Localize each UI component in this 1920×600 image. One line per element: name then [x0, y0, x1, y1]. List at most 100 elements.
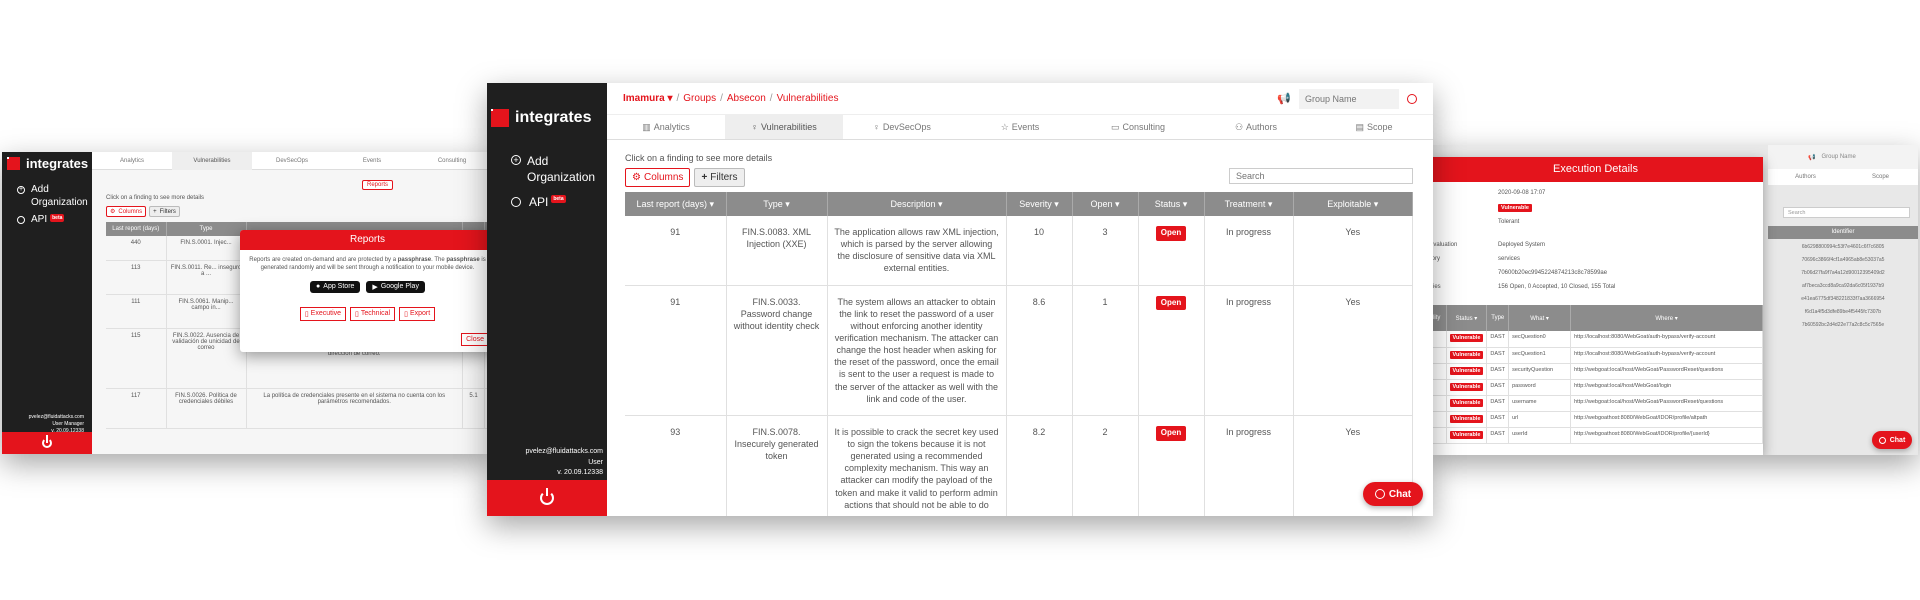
tab-label: Analytics [119, 158, 144, 164]
search-icon[interactable] [1407, 93, 1417, 104]
api-label: API [31, 214, 48, 225]
reports-button[interactable]: Reports [362, 180, 394, 190]
col-last-report[interactable]: Last report (days) [106, 222, 167, 236]
findings-table: Last report (days) ▾ Type ▾ Description … [625, 192, 1413, 516]
col-last-report[interactable]: Last report (days) ▾ [625, 192, 727, 216]
app-store-button[interactable]: ● App Store [310, 280, 361, 293]
table-row[interactable]: Vulnerable DAST userId http://webgoathost:8… [1428, 427, 1763, 444]
value-date: 2020-09-08 17:07 [1498, 190, 1546, 196]
logo-mark-icon [491, 109, 509, 127]
col-status[interactable]: Status ▾ [1138, 192, 1205, 216]
tab-label: Events [1011, 122, 1040, 132]
api-button[interactable]: API beta [17, 214, 65, 225]
col-status[interactable]: Status ▾ [1446, 305, 1488, 331]
col-type[interactable]: Type [166, 222, 247, 236]
table-row[interactable]: Vulnerable DAST securityQuestion http://web… [1428, 363, 1763, 380]
vulnerable-badge: Vulnerable [1449, 334, 1484, 342]
group-search-input[interactable] [1299, 88, 1399, 109]
executive-report-button[interactable]: ▯ Executive [299, 306, 347, 321]
cell-type: FIN.S.0011. Re... inseguro a ... [166, 260, 247, 295]
columns-button[interactable]: ⚙ Columns [625, 168, 691, 187]
col-description[interactable]: Description ▾ [827, 192, 1007, 216]
chat-button[interactable]: Chat [1363, 482, 1423, 506]
logout-button[interactable] [2, 432, 92, 454]
table-row[interactable]: 91 FIN.S.0033. Password change without id… [625, 285, 1413, 416]
table-row[interactable]: 91 FIN.S.0083. XML Injection (XXE) The app… [625, 216, 1413, 286]
columns-button[interactable]: ⚙ Columns [106, 206, 147, 217]
table-search-input[interactable] [1229, 168, 1413, 184]
cell-where: http://localhost:8080/WebGoat/auth-bypas… [1570, 331, 1763, 348]
logo[interactable]: integrates [7, 156, 88, 171]
col-what[interactable]: What ▾ [1508, 305, 1572, 331]
table-row[interactable]: Vulnerable DAST url http://webgoathost:8080… [1428, 411, 1763, 428]
tab-consulting[interactable]: ▭ Consulting [1079, 115, 1197, 139]
col-type[interactable]: Type [1486, 305, 1510, 331]
bg-group-search[interactable]: Group Name [1821, 154, 1855, 160]
table-row[interactable]: Vulnerable DAST secQuestion0 http://localho… [1428, 331, 1763, 348]
cell-description: It is possible to crack the secret key u… [827, 415, 1007, 516]
add-organization-button[interactable]: + Add Organization [511, 153, 595, 185]
add-organization-button[interactable]: + Add Organization [17, 184, 88, 209]
bg-search-input[interactable]: Search [1783, 207, 1910, 218]
col-where-label: Where [1655, 315, 1674, 322]
tab-label: Consulting [1122, 122, 1166, 132]
filters-button[interactable]: + Filters [694, 168, 745, 187]
bg-tab-authors[interactable]: Authors [1768, 169, 1843, 185]
tab-events[interactable]: Events [332, 152, 412, 170]
close-label: Close [466, 336, 484, 343]
bg-identifier-header[interactable]: Identifier [1768, 226, 1918, 239]
tab-authors[interactable]: ⚇ Authors [1197, 115, 1315, 139]
cell-type: DAST [1486, 331, 1510, 348]
tab-vulnerabilities[interactable]: ♀ Vulnerabilities [725, 115, 843, 139]
tab-analytics[interactable]: Analytics [92, 152, 172, 170]
bg-tab-scope[interactable]: Scope [1843, 169, 1918, 185]
export-label: Export [409, 310, 431, 318]
tab-scope[interactable]: ▤ Scope [1315, 115, 1433, 139]
cell-treatment: In progress [1204, 415, 1294, 516]
cell-type: DAST [1486, 363, 1510, 380]
tab-vulnerabilities[interactable]: Vulnerabilities [172, 152, 252, 170]
vulnerable-badge: Vulnerable [1449, 398, 1484, 407]
close-button[interactable]: Close [461, 333, 489, 346]
caret-down-icon: ▾ [667, 93, 673, 104]
bg-tabs: Authors Scope [1768, 169, 1918, 185]
breadcrumb-org[interactable]: Imamura ▾ [623, 93, 673, 104]
breadcrumb-groups[interactable]: Groups [683, 93, 716, 104]
breadcrumb-group[interactable]: Absecon [727, 93, 766, 104]
execution-summary: evaluation tory ities 2020-09-08 17:07 V… [1428, 182, 1763, 290]
col-open[interactable]: Open ▾ [1072, 192, 1139, 216]
table-row[interactable]: Vulnerable DAST username http://webgoat:loc… [1428, 395, 1763, 412]
chat-icon [1374, 489, 1385, 499]
table-row[interactable]: Vulnerable DAST password http://webgoat:loc… [1428, 379, 1763, 396]
table-row[interactable]: Vulnerable DAST secQuestion1 http://localho… [1428, 347, 1763, 364]
user-role: User Manager [52, 421, 84, 427]
table-row[interactable]: 117 FIN.S.0026. Política de credenciales … [106, 388, 492, 429]
megaphone-icon[interactable]: 📢 [1277, 92, 1291, 105]
tab-devsecops[interactable]: DevSecOps [252, 152, 332, 170]
col-severity[interactable]: Severity ▾ [1006, 192, 1073, 216]
tab-devsecops[interactable]: ♀ DevSecOps [843, 115, 961, 139]
logo[interactable]: integrates [491, 109, 591, 127]
google-play-button[interactable]: ▶ Google Play [366, 280, 425, 293]
tab-events[interactable]: ☆ Events [961, 115, 1079, 139]
col-where[interactable]: Where ▾ [1570, 305, 1763, 331]
table-row[interactable]: 93 FIN.S.0078. Insecurely generated token… [625, 415, 1413, 516]
label-evaluation: evaluation [1430, 242, 1458, 248]
export-report-button[interactable]: ▯ Export [399, 306, 436, 321]
api-button[interactable]: API beta [511, 195, 566, 209]
logout-button[interactable] [487, 480, 607, 516]
col-exploitable[interactable]: Exploitable ▾ [1293, 192, 1413, 216]
cell-severity: 8.2 [1006, 415, 1073, 516]
apple-icon: ● [316, 283, 321, 291]
technical-report-button[interactable]: ▯ Technical [350, 306, 396, 321]
chat-button-right[interactable]: Chat [1872, 431, 1912, 449]
cell-open: 3 [1072, 216, 1139, 286]
tab-analytics[interactable]: ▥ Analytics [607, 115, 725, 139]
users-icon: ⚇ [1234, 121, 1244, 132]
top-bar-actions: 📢 [1277, 88, 1417, 109]
filters-button[interactable]: + Filters [149, 206, 180, 217]
cell-where: http://webgoathost:8080/WebGoat/IDOR/pro… [1570, 427, 1763, 444]
col-treatment[interactable]: Treatment ▾ [1204, 192, 1294, 216]
col-type[interactable]: Type ▾ [726, 192, 828, 216]
tab-consulting[interactable]: Consulting [412, 152, 492, 170]
